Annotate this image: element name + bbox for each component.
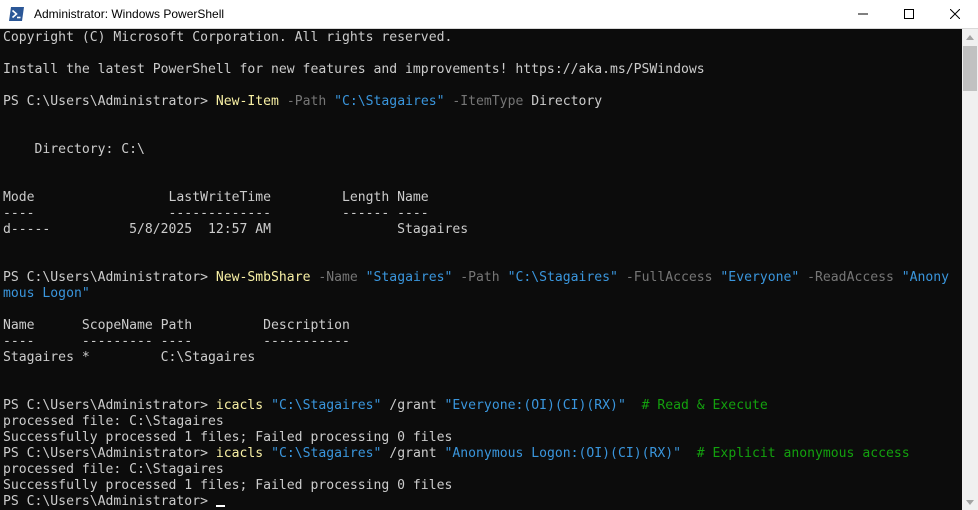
console-text: d----- 5/8/2025 12:57 AM Stagaires — [3, 222, 469, 237]
console-text: PS C:\Users\Administrator> — [3, 494, 216, 509]
token-parameter: -Name — [310, 270, 366, 285]
console-text: PS C:\Users\Administrator> — [3, 270, 216, 285]
console-text: Successfully processed 1 files; Failed p… — [3, 478, 453, 493]
token-command: icacls — [215, 446, 264, 461]
console-text: ---- --------- ---- ----------- — [3, 334, 350, 349]
console-text: Directory: C:\ — [3, 142, 145, 157]
token-parameter: -Path — [452, 270, 508, 285]
token-string: "C:\Stagaires" — [334, 94, 445, 109]
console-text: Mode LastWriteTime Length Name — [3, 190, 429, 205]
token-parameter: -Path — [278, 94, 335, 109]
maximize-icon — [904, 9, 914, 19]
console-line: Stagaires * C:\Stagaires — [3, 350, 255, 366]
token-string: "Everyone:(OI)(CI)(RX)" — [444, 398, 626, 413]
console-text: processed file: C:\Stagaires — [3, 462, 224, 477]
minimize-button[interactable] — [840, 0, 886, 28]
scroll-down-button[interactable] — [962, 494, 978, 510]
token-parameter: -ReadAccess — [799, 270, 902, 285]
console-line: Name ScopeName Path Description — [3, 318, 350, 334]
token-comment: # Read & Execute — [625, 398, 768, 413]
token-parameter: -FullAccess — [617, 270, 721, 285]
console-line: Directory: C:\ — [3, 142, 145, 158]
console-text: PS C:\Users\Administrator> — [3, 446, 216, 461]
console-line: mous Logon" — [3, 286, 90, 302]
token-string: "C:\Stagaires" — [271, 446, 382, 461]
token-command: icacls — [215, 398, 264, 413]
token-string: "C:\Stagaires" — [271, 398, 382, 413]
console-line: Copyright (C) Microsoft Corporation. All… — [3, 30, 452, 46]
scroll-up-icon — [966, 34, 974, 40]
console-line: Successfully processed 1 files; Failed p… — [3, 430, 452, 446]
minimize-icon — [858, 13, 868, 15]
console-line: PS C:\Users\Administrator> icacls "C:\St… — [3, 398, 768, 414]
console-line: processed file: C:\Stagaires — [3, 462, 224, 478]
console-text: /grant — [381, 446, 445, 461]
scroll-up-button[interactable] — [962, 29, 978, 45]
text-cursor — [215, 505, 225, 507]
powershell-icon[interactable] — [9, 6, 25, 22]
console-line: Successfully processed 1 files; Failed p… — [3, 478, 452, 494]
console-line: PS C:\Users\Administrator> — [3, 494, 225, 510]
token-string: "Anonymous Logon:(OI)(CI)(RX)" — [444, 446, 682, 461]
console-line: ---- --------- ---- ----------- — [3, 334, 350, 350]
console-line: processed file: C:\Stagaires — [3, 414, 224, 430]
console-line: PS C:\Users\Administrator> New-SmbShare … — [3, 270, 949, 286]
console-text: PS C:\Users\Administrator> — [3, 398, 216, 413]
close-button[interactable] — [932, 0, 978, 28]
token-string: "Anony — [901, 270, 950, 285]
console-line: Mode LastWriteTime Length Name — [3, 190, 429, 206]
console-line: PS C:\Users\Administrator> New-Item -Pat… — [3, 94, 602, 110]
token-comment: # Explicit anonymous access — [681, 446, 910, 461]
console-text: Install the latest PowerShell for new fe… — [3, 62, 705, 77]
token-string: "C:\Stagaires" — [507, 270, 618, 285]
close-icon — [950, 9, 960, 19]
vertical-scrollbar[interactable] — [962, 29, 978, 510]
console-line: Install the latest PowerShell for new fe… — [3, 62, 705, 78]
console-text: processed file: C:\Stagaires — [3, 414, 224, 429]
console-text: PS C:\Users\Administrator> — [3, 94, 216, 109]
console-text: Copyright (C) Microsoft Corporation. All… — [3, 30, 453, 45]
scroll-down-icon — [966, 499, 974, 505]
console-text: Name ScopeName Path Description — [3, 318, 350, 333]
console-line: d----- 5/8/2025 12:57 AM Stagaires — [3, 222, 468, 238]
console-text: ---- ------------- ------ ---- — [3, 206, 429, 221]
token-command: New-Item — [215, 94, 279, 109]
scrollbar-thumb[interactable] — [963, 46, 977, 91]
token-parameter: -ItemType — [444, 94, 524, 109]
title-bar[interactable]: Administrator: Windows PowerShell — [0, 0, 978, 29]
console-text: Directory — [523, 94, 603, 109]
token-command: New-SmbShare — [215, 270, 311, 285]
console-output[interactable]: Copyright (C) Microsoft Corporation. All… — [0, 29, 962, 510]
console-text: Successfully processed 1 files; Failed p… — [3, 430, 453, 445]
window-title: Administrator: Windows PowerShell — [34, 7, 225, 21]
console-line: ---- ------------- ------ ---- — [3, 206, 429, 222]
console-text: Stagaires * C:\Stagaires — [3, 350, 256, 365]
console-text: /grant — [381, 398, 445, 413]
token-string: "Stagaires" — [365, 270, 453, 285]
token-string: "Everyone" — [720, 270, 800, 285]
maximize-button[interactable] — [886, 0, 932, 28]
token-string: mous Logon" — [3, 286, 90, 301]
console-line: PS C:\Users\Administrator> icacls "C:\St… — [3, 446, 910, 462]
